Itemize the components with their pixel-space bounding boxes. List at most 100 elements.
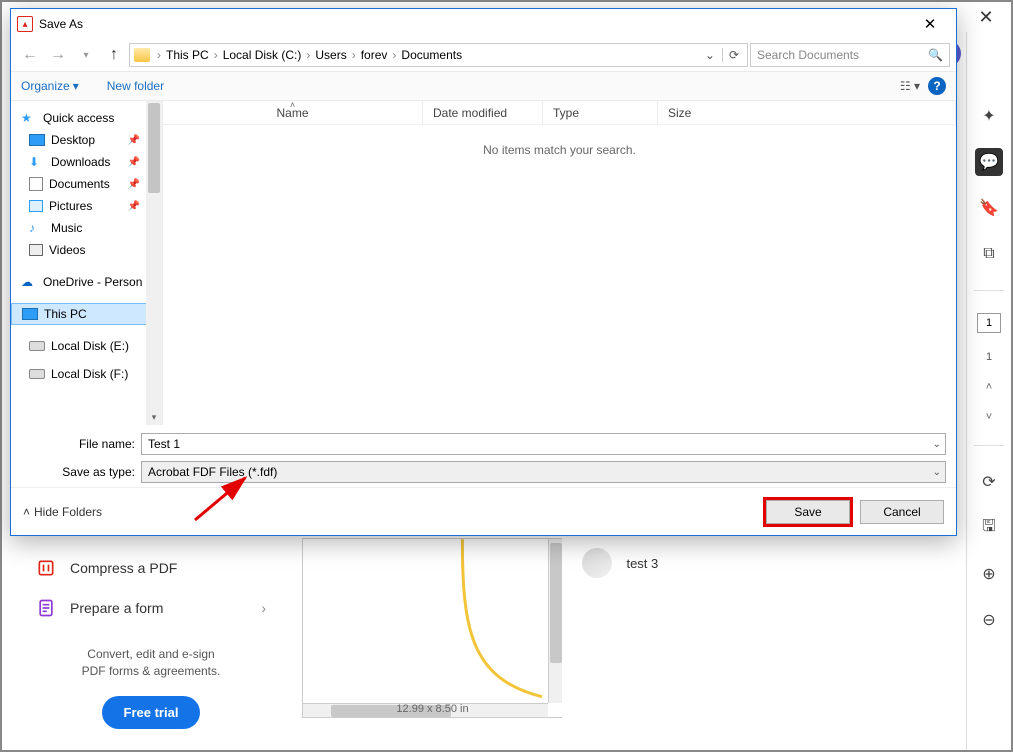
chevron-right-icon: ›	[261, 600, 266, 616]
filename-label: File name:	[21, 437, 141, 451]
chevron-down-icon: ▾	[73, 79, 79, 93]
crumb[interactable]: Users	[315, 48, 346, 62]
column-headers: ˄Name Date modified Type Size	[163, 101, 956, 125]
up-button[interactable]: ↑	[101, 42, 127, 68]
pin-icon: 📌	[128, 157, 140, 168]
nav-onedrive[interactable]: ☁OneDrive - Person	[11, 271, 162, 293]
scroll-down-icon[interactable]: ▾	[146, 409, 162, 425]
promo-line1: Convert, edit and e-sign	[30, 646, 272, 663]
close-icon[interactable]: ✕	[978, 7, 993, 28]
comment-icon[interactable]: 💬	[975, 148, 1003, 176]
crumb[interactable]: Documents	[401, 48, 462, 62]
nav-desktop[interactable]: Desktop📌	[11, 129, 162, 151]
help-icon[interactable]: ?	[928, 77, 946, 95]
chevron-right-icon[interactable]: ›	[212, 48, 220, 62]
view-menu[interactable]: ☷ ▾	[900, 79, 920, 93]
file-list: ˄Name Date modified Type Size No items m…	[163, 101, 956, 425]
compress-icon	[36, 558, 56, 578]
chevron-right-icon[interactable]: ›	[350, 48, 358, 62]
recent-dropdown[interactable]: ▾	[73, 42, 99, 68]
forward-button: →	[45, 42, 71, 68]
right-toolbar: ✦ 💬 🔖 ⧉ 1 1 ˄ ˅ ⟳ 🖫 ⊕ ⊖	[966, 32, 1011, 750]
page-input[interactable]: 1	[977, 313, 1001, 333]
desktop-icon	[29, 134, 45, 146]
nav-music[interactable]: ♪Music	[11, 217, 162, 239]
organize-menu[interactable]: Organize ▾	[21, 79, 79, 93]
hide-folders-toggle[interactable]: ˄ Hide Folders	[23, 505, 102, 519]
nav-quick-access[interactable]: ★Quick access	[11, 107, 162, 129]
scrollbar-vertical[interactable]	[548, 539, 562, 703]
nav-this-pc[interactable]: This PC	[11, 303, 162, 325]
zoom-in-icon[interactable]: ⊕	[975, 560, 1003, 588]
nav-drive-f[interactable]: Local Disk (F:)	[11, 363, 162, 385]
folder-icon	[134, 48, 150, 62]
empty-message: No items match your search.	[163, 125, 956, 425]
nav-videos[interactable]: Videos	[11, 239, 162, 261]
nav-pictures[interactable]: Pictures📌	[11, 195, 162, 217]
chevron-down-icon[interactable]: ⌄	[933, 439, 941, 450]
nav-pane: ★Quick access Desktop📌 ⬇Downloads📌 Docum…	[11, 101, 163, 425]
avatar	[582, 548, 612, 578]
separator	[974, 290, 1004, 291]
savetype-value: Acrobat FDF Files (*.fdf)	[148, 465, 277, 479]
comments-panel: test 3	[562, 538, 963, 588]
page-dimensions: 12.99 x 8.50 in	[303, 703, 562, 715]
curve-graphic	[303, 539, 562, 699]
col-type[interactable]: Type	[543, 101, 658, 124]
crumb[interactable]: This PC	[166, 48, 209, 62]
pin-icon: 📌	[128, 135, 140, 146]
chevron-right-icon[interactable]: ›	[304, 48, 312, 62]
crumb[interactable]: Local Disk (C:)	[223, 48, 302, 62]
documents-icon	[29, 177, 43, 191]
copy-icon[interactable]: ⧉	[975, 240, 1003, 268]
zoom-out-icon[interactable]: ⊖	[975, 606, 1003, 634]
pin-icon: 📌	[128, 201, 140, 212]
scroll-thumb[interactable]	[148, 103, 160, 193]
page-down-icon[interactable]: ˅	[986, 411, 992, 423]
cancel-button[interactable]: Cancel	[860, 500, 944, 524]
address-bar[interactable]: › This PC› Local Disk (C:)› Users› forev…	[129, 43, 748, 67]
promo-text: Convert, edit and e-sign PDF forms & agr…	[30, 646, 272, 680]
save-local-icon[interactable]: 🖫	[975, 514, 1003, 542]
refresh-button[interactable]: ⟳	[722, 48, 743, 62]
filename-input[interactable]: Test 1 ⌄	[141, 433, 946, 455]
address-dropdown[interactable]: ⌄	[705, 48, 715, 62]
pdf-icon: ▴	[17, 16, 33, 32]
rotate-icon[interactable]: ⟳	[975, 468, 1003, 496]
chevron-up-icon: ˄	[23, 505, 30, 519]
bookmark-icon[interactable]: 🔖	[975, 194, 1003, 222]
promo-line2: PDF forms & agreements.	[30, 663, 272, 680]
download-icon: ⬇	[29, 155, 45, 169]
explorer-body: ★Quick access Desktop📌 ⬇Downloads📌 Docum…	[11, 101, 956, 425]
nav-scrollbar[interactable]: ▴ ▾	[146, 101, 162, 425]
save-button[interactable]: Save	[766, 500, 850, 524]
disk-icon	[29, 369, 45, 379]
col-size[interactable]: Size	[658, 101, 956, 124]
filename-value: Test 1	[148, 437, 180, 451]
page-up-icon[interactable]: ˄	[986, 381, 992, 393]
sparkle-icon[interactable]: ✦	[975, 102, 1003, 130]
nav-drive-e[interactable]: Local Disk (E:)	[11, 335, 162, 357]
comment-text[interactable]: test 3	[626, 556, 658, 571]
chevron-right-icon[interactable]: ›	[390, 48, 398, 62]
savetype-select[interactable]: Acrobat FDF Files (*.fdf) ⌄	[141, 461, 946, 483]
titlebar: ▴ Save As ✕	[11, 9, 956, 39]
col-date[interactable]: Date modified	[423, 101, 543, 124]
tool-compress[interactable]: Compress a PDF	[30, 548, 272, 588]
crumb[interactable]: forev	[361, 48, 388, 62]
save-as-dialog: ▴ Save As ✕ ← → ▾ ↑ › This PC› Local Dis…	[10, 8, 957, 536]
chevron-down-icon[interactable]: ⌄	[933, 467, 941, 478]
tool-label: Compress a PDF	[70, 560, 177, 576]
tool-prepare-form[interactable]: Prepare a form ›	[30, 588, 272, 628]
search-placeholder: Search Documents	[757, 48, 859, 62]
chevron-right-icon[interactable]: ›	[155, 48, 163, 62]
nav-downloads[interactable]: ⬇Downloads📌	[11, 151, 162, 173]
free-trial-button[interactable]: Free trial	[102, 696, 201, 729]
nav-documents[interactable]: Documents📌	[11, 173, 162, 195]
col-name[interactable]: ˄Name	[163, 101, 423, 124]
close-button[interactable]: ✕	[910, 10, 950, 38]
explorer-toolbar: Organize ▾ New folder ☷ ▾ ?	[11, 71, 956, 101]
back-button[interactable]: ←	[17, 42, 43, 68]
new-folder-button[interactable]: New folder	[107, 79, 164, 93]
search-input[interactable]: Search Documents 🔍	[750, 43, 950, 67]
